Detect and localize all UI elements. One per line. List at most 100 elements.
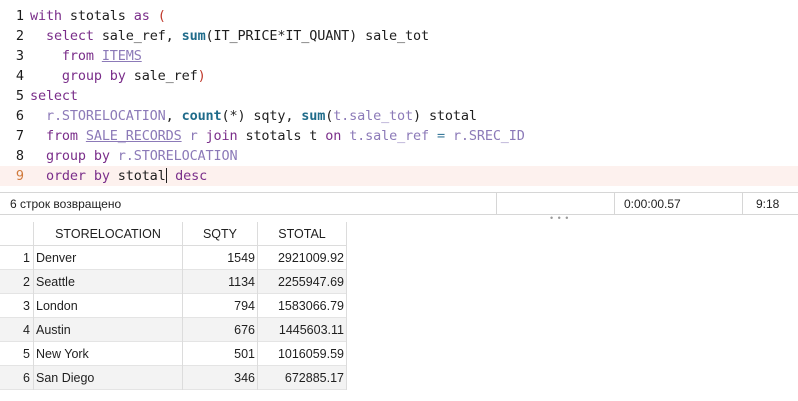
table-row[interactable]: 6 San Diego 346 672885.17: [0, 366, 347, 390]
column-header-sqty[interactable]: SQTY: [183, 222, 258, 246]
row-number[interactable]: 1: [0, 246, 34, 270]
table-row[interactable]: 3 London 794 1583066.79: [0, 294, 347, 318]
line-number: 4: [15, 68, 24, 84]
table-row[interactable]: 4 Austin 676 1445603.11: [0, 318, 347, 342]
line-number: 5: [15, 88, 24, 104]
code-text[interactable]: select: [30, 88, 78, 104]
row-number[interactable]: 3: [0, 294, 34, 318]
code-token: (IT_PRICE*IT_QUANT) sale_tot: [205, 28, 430, 44]
code-line[interactable]: 1 with stotals as (: [0, 6, 798, 26]
cell-sqty[interactable]: 1549: [183, 246, 258, 270]
cell-stotal[interactable]: 1016059.59: [258, 342, 347, 366]
code-token: ): [197, 68, 206, 84]
table-row[interactable]: 5 New York 501 1016059.59: [0, 342, 347, 366]
code-token: sale_ref,: [93, 28, 182, 44]
cell-storelocation[interactable]: Seattle: [34, 270, 183, 294]
cell-sqty[interactable]: 1134: [183, 270, 258, 294]
code-line[interactable]: 5 select: [0, 86, 798, 106]
code-line[interactable]: 4 group by sale_ref): [0, 66, 798, 86]
line-number: 8: [15, 148, 24, 164]
code-token: order by: [45, 168, 110, 184]
code-token: stotals t: [237, 128, 326, 144]
row-number[interactable]: 5: [0, 342, 34, 366]
cell-stotal[interactable]: 672885.17: [258, 366, 347, 390]
table-row[interactable]: 2 Seattle 1134 2255947.69: [0, 270, 347, 294]
code-token: r: [189, 128, 198, 144]
code-token: ,: [165, 108, 182, 124]
code-text[interactable]: group by sale_ref): [30, 68, 206, 84]
code-token: on: [325, 128, 342, 144]
column-header-storelocation[interactable]: STORELOCATION: [34, 222, 183, 246]
code-token: r.STORELOCATION: [117, 148, 238, 164]
cell-storelocation[interactable]: San Diego: [34, 366, 183, 390]
row-number[interactable]: 6: [0, 366, 34, 390]
code-text[interactable]: from ITEMS: [30, 48, 142, 64]
cell-sqty[interactable]: 346: [183, 366, 258, 390]
code-text[interactable]: group by r.STORELOCATION: [30, 148, 238, 164]
cell-storelocation[interactable]: London: [34, 294, 183, 318]
code-text[interactable]: r.STORELOCATION, count(*) sqty, sum(t.sa…: [30, 108, 477, 124]
code-line[interactable]: 2 select sale_ref, sum(IT_PRICE*IT_QUANT…: [0, 26, 798, 46]
row-number[interactable]: 4: [0, 318, 34, 342]
cell-storelocation[interactable]: New York: [34, 342, 183, 366]
code-line[interactable]: 8 group by r.STORELOCATION: [0, 146, 798, 166]
status-bar: 6 строк возвращено 0:00:00.57 9:18: [0, 192, 798, 215]
column-header-stotal[interactable]: STOTAL: [258, 222, 347, 246]
cell-storelocation[interactable]: Austin: [34, 318, 183, 342]
code-text[interactable]: with stotals as (: [30, 8, 166, 24]
row-number[interactable]: 2: [0, 270, 34, 294]
code-line[interactable]: 9 order by stotal desc: [0, 166, 798, 186]
cell-stotal[interactable]: 2255947.69: [258, 270, 347, 294]
table-row[interactable]: 1 Denver 1549 2921009.92: [0, 246, 347, 270]
cell-sqty[interactable]: 794: [183, 294, 258, 318]
cell-sqty[interactable]: 501: [183, 342, 258, 366]
cell-stotal[interactable]: 1445603.11: [258, 318, 347, 342]
cell-stotal[interactable]: 2921009.92: [258, 246, 347, 270]
code-token: (: [325, 108, 334, 124]
code-token: group by: [45, 148, 110, 164]
line-number: 9: [15, 168, 24, 184]
code-token: sum: [181, 28, 206, 44]
code-text[interactable]: order by stotal desc: [30, 168, 207, 184]
line-number: 1: [15, 8, 24, 24]
status-divider: [614, 193, 615, 214]
elapsed-time: 0:00:00.57: [624, 197, 681, 211]
code-token: count: [181, 108, 222, 124]
code-line[interactable]: 6 r.STORELOCATION, count(*) sqty, sum(t.…: [0, 106, 798, 126]
sql-editor[interactable]: 1 with stotals as ( 2 select sale_ref, sum…: [0, 0, 798, 190]
code-text[interactable]: from SALE_RECORDS r join stotals t on t.…: [30, 128, 525, 144]
code-token: SALE_RECORDS: [85, 128, 182, 144]
code-token: t.sale_ref: [349, 128, 429, 144]
row-number-header[interactable]: [0, 222, 34, 246]
code-line[interactable]: 7 from SALE_RECORDS r join stotals t on …: [0, 126, 798, 146]
cell-sqty[interactable]: 676: [183, 318, 258, 342]
code-token: r.STORELOCATION: [45, 108, 166, 124]
code-token: desc: [175, 168, 208, 184]
code-line[interactable]: 3 from ITEMS: [0, 46, 798, 66]
status-divider: [496, 193, 497, 214]
code-text[interactable]: select sale_ref, sum(IT_PRICE*IT_QUANT) …: [30, 28, 429, 44]
code-token: from: [61, 48, 94, 64]
cell-storelocation[interactable]: Denver: [34, 246, 183, 270]
code-token: r.SREC_ID: [452, 128, 525, 144]
pane-splitter[interactable]: • • •: [0, 214, 798, 223]
cell-stotal[interactable]: 1583066.79: [258, 294, 347, 318]
rows-returned-text: 6 строк возвращено: [10, 197, 122, 211]
code-token: group by: [61, 68, 126, 84]
drag-handle-icon[interactable]: • • •: [550, 214, 569, 223]
status-divider: [742, 193, 743, 214]
code-token: (*) sqty,: [221, 108, 302, 124]
